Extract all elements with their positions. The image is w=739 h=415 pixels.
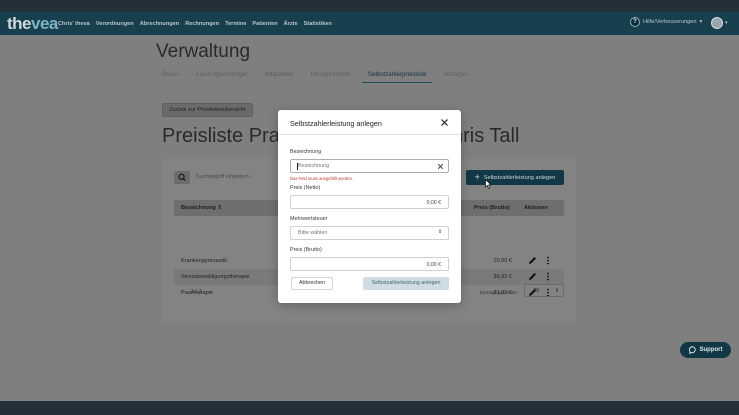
net-price-label: Preis (Netto) (290, 185, 321, 191)
gross-price-label: Preis (Brutto) (290, 247, 322, 253)
nav-item-practice[interactable]: Chris' theva (58, 21, 90, 27)
support-label: Support (699, 347, 723, 353)
total-pages: 1 (198, 289, 202, 295)
pencil-icon[interactable] (528, 272, 537, 281)
search-button[interactable] (174, 171, 190, 184)
pencil-icon[interactable] (528, 256, 537, 265)
column-header-actions: Aktionen (524, 205, 548, 211)
app-logo[interactable]: thevea (7, 14, 58, 34)
nav-item-appointments[interactable]: Termine (225, 21, 246, 27)
chevron-updown-icon: ⇕ (554, 288, 559, 294)
avatar[interactable] (711, 17, 723, 29)
net-price-value: 0,00 € (426, 199, 441, 206)
vat-value: Bitte wählen (298, 230, 328, 236)
add-selfpayer-service-button[interactable]: + Selbstzahlerleistung anlegen (466, 170, 564, 185)
nav-item-invoices[interactable]: Rechnungen (185, 21, 219, 27)
pagination: ‹ 1 / 1 › (181, 289, 212, 295)
question-icon: ? (630, 17, 640, 27)
support-button[interactable]: Support (680, 342, 731, 358)
pricelist-heading-right: hris Tall (452, 125, 520, 147)
search-input[interactable]: Suchbegriff eingeben... (196, 174, 253, 180)
per-page-select[interactable]: 25 ⇕ (524, 284, 564, 297)
chevron-down-icon: ▾ (699, 19, 703, 25)
more-options-icon[interactable] (546, 256, 550, 265)
main-nav: Chris' theva Verordnungen Abrechnungen R… (58, 12, 332, 35)
dialog-title: Selbstzahlerleistung anlegen (290, 119, 382, 128)
mouse-pointer-icon (485, 179, 492, 189)
per-page-value: 25 (533, 288, 540, 294)
current-page: 1 (190, 289, 194, 295)
gross-price-field[interactable]: 0,00 € (290, 257, 449, 271)
nav-item-patients[interactable]: Patienten (252, 21, 277, 27)
per-page-label: Einträge pro Seite: (480, 290, 519, 295)
more-options-icon[interactable] (546, 272, 550, 281)
name-error-message: Das Feld muss ausgefüllt werden. (290, 176, 354, 181)
tab-templates[interactable]: Vorlagen (443, 71, 473, 83)
pricelist-heading-left: Preisliste Prax (162, 125, 290, 147)
column-header-name[interactable]: Bezeichnung ⇕ (181, 205, 222, 211)
plus-icon: + (474, 172, 480, 182)
name-field[interactable]: Bezeichnung (290, 159, 449, 173)
chevron-left-icon[interactable]: ‹ (181, 289, 183, 295)
name-placeholder: Bezeichnung (298, 163, 330, 169)
search-icon (178, 173, 186, 181)
create-service-dialog: Selbstzahlerleistung anlegen Bezeichnung… (278, 110, 461, 303)
submit-button[interactable]: Selbstzahlerleistung anlegen (363, 277, 449, 290)
page-title: Verwaltung (156, 41, 251, 62)
name-label: Bezeichnung (290, 149, 322, 155)
tab-bar: Praxis Leistungserbringer Mitarbeiter Pr… (162, 71, 485, 83)
window-top-strip (0, 0, 739, 12)
nav-item-billing[interactable]: Abrechnungen (140, 21, 179, 27)
gross-price-value: 0,00 € (426, 261, 441, 268)
help-label: Hilfe/Verbesserungen (643, 19, 697, 25)
chevron-updown-icon: ⇕ (437, 230, 442, 235)
nav-item-statistics[interactable]: Statistiken (304, 21, 332, 27)
cancel-button[interactable]: Abbrechen (291, 277, 333, 290)
top-navbar: thevea Chris' theva Verordnungen Abrechn… (0, 12, 739, 35)
net-price-field[interactable]: 0,00 € (290, 195, 449, 209)
vat-select[interactable]: Bitte wählen ⇕ (290, 226, 449, 240)
chat-icon (688, 346, 696, 354)
nav-item-prescriptions[interactable]: Verordnungen (96, 21, 134, 27)
tab-providers[interactable]: Leistungserbringer (196, 71, 253, 83)
back-to-pricelists-button[interactable]: Zurück zur Preislistenübersicht (162, 103, 253, 117)
column-header-price: Preis (Brutto) (474, 205, 510, 211)
close-icon[interactable] (440, 118, 449, 127)
row-price: 10,00 € (493, 258, 512, 264)
chevron-right-icon[interactable]: › (210, 289, 212, 295)
vat-label: Mehrwertsteuer (290, 216, 328, 222)
add-button-label: Selbstzahlerleistung anlegen (483, 174, 556, 181)
tab-private-pricelist[interactable]: Privatpreisliste (311, 71, 357, 83)
chevron-down-icon[interactable]: ▾ (725, 20, 728, 26)
window-bottom-strip (0, 401, 739, 415)
row-name: Krankengymnastik (181, 258, 228, 264)
page-separator: / (195, 289, 198, 295)
tab-employees[interactable]: Mitarbeiter (264, 71, 299, 83)
tab-selfpayer-pricelist[interactable]: Selbstzahlerpreisliste (361, 71, 433, 83)
row-price: 36,92 € (493, 274, 512, 280)
dialog-divider (278, 134, 461, 135)
nav-item-doctors[interactable]: Ärzte (284, 21, 298, 27)
row-name: Stressbewältigungstherapie (181, 274, 250, 280)
help-menu[interactable]: ? Hilfe/Verbesserungen ▾ (630, 17, 702, 27)
tab-practice[interactable]: Praxis (162, 71, 185, 83)
clear-icon[interactable] (437, 163, 444, 170)
